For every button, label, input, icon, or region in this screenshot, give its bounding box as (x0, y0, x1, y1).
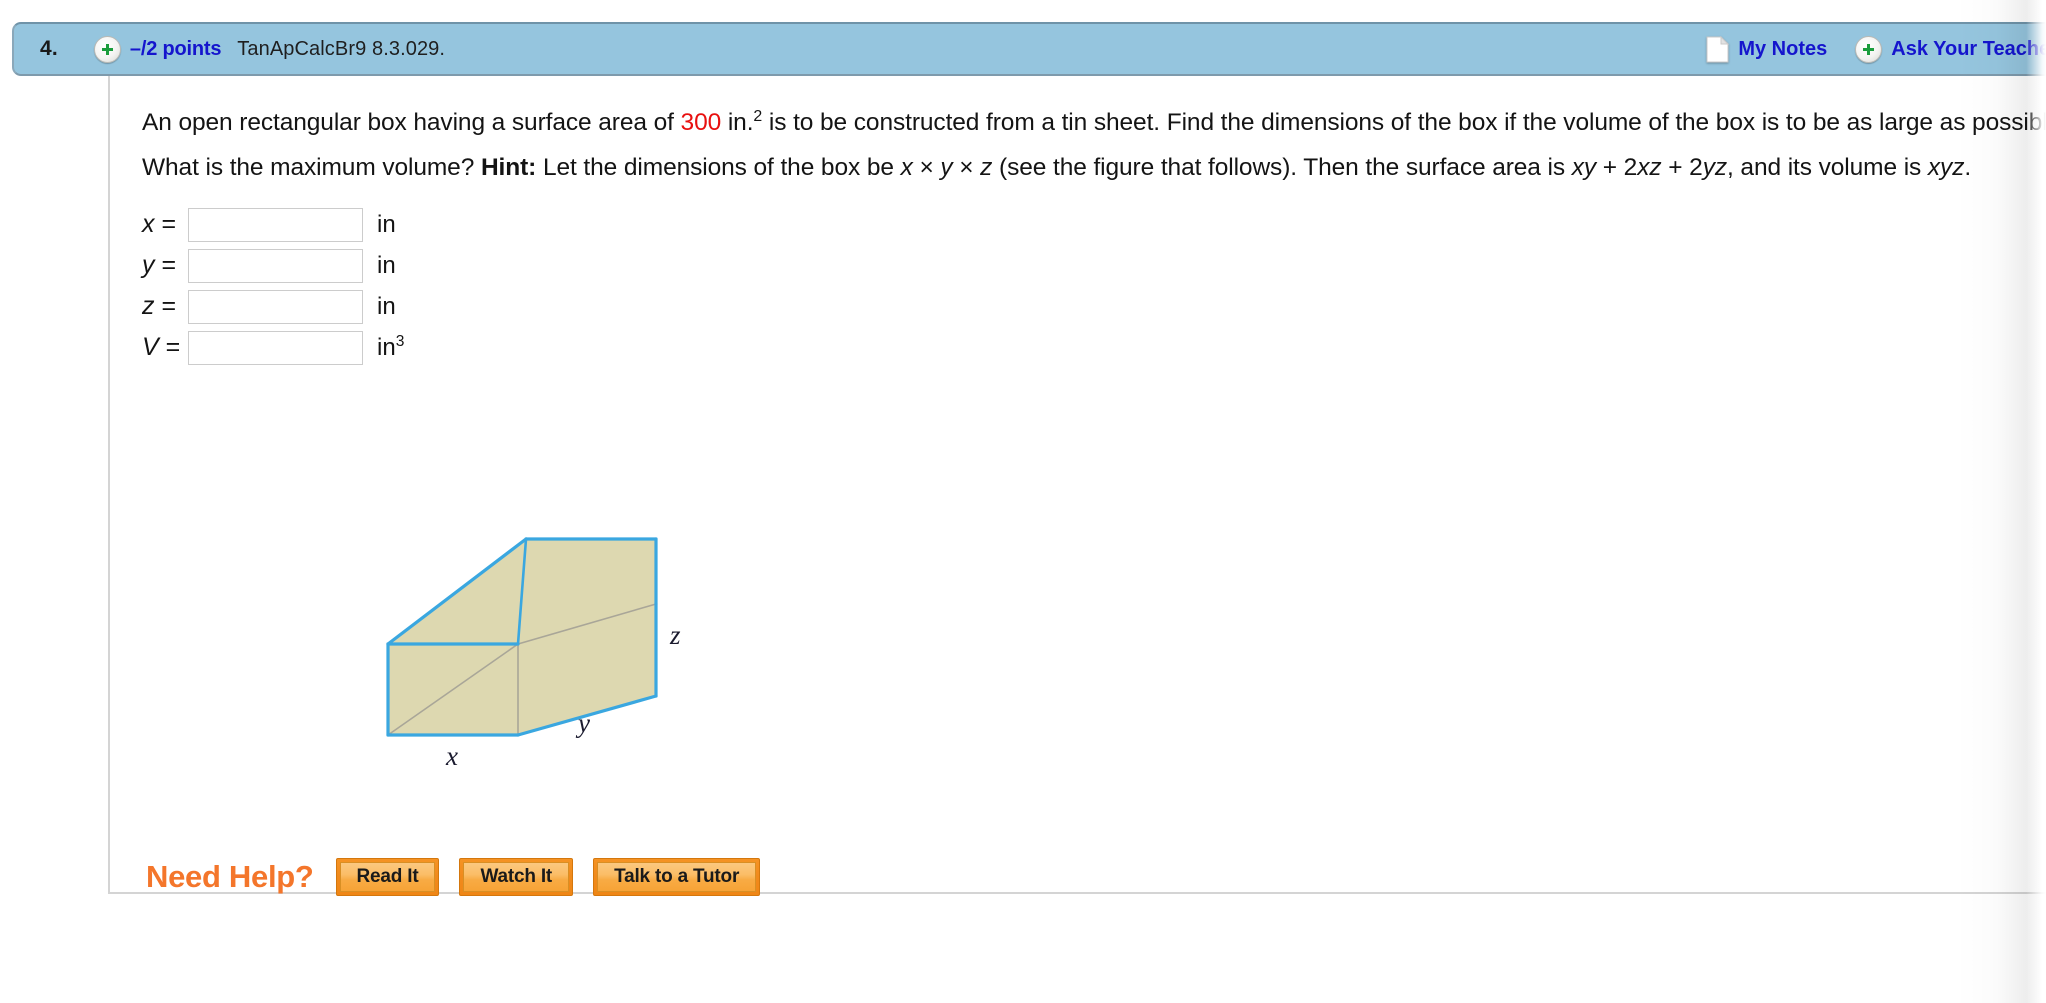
statement-period: . (1964, 154, 1972, 181)
sa-plus-1: + 2 (1596, 154, 1638, 181)
sa-term-xy: xy (1571, 154, 1597, 181)
answer-input-v[interactable] (188, 330, 363, 365)
answer-unit-x: in (377, 210, 396, 238)
statement-unit: in. (721, 109, 754, 136)
answer-input-y[interactable] (188, 248, 363, 283)
answer-label-z: z = (142, 292, 177, 320)
answer-label-x: x = (142, 210, 177, 238)
answer-label-y: y = (142, 251, 177, 279)
plus-circle-icon[interactable] (1855, 35, 1883, 63)
answer-input-z[interactable] (188, 289, 363, 324)
answer-fields: x = in y = in z = in V = in3 (142, 204, 2046, 368)
watch-it-button[interactable]: Watch It (459, 858, 574, 896)
hint-label: Hint: (480, 154, 537, 181)
assignment-code: TanApCalcBr9 8.3.029. (237, 37, 446, 60)
answer-row-z: z = in (142, 286, 2046, 327)
statement-part-1: An open rectangular box having a surface… (142, 109, 681, 136)
answer-input-x[interactable] (188, 207, 363, 242)
question-statement: An open rectangular box having a surface… (142, 100, 2046, 190)
answer-unit-y: in (377, 251, 396, 279)
statement-part-3: Let the dimensions of the box be (536, 154, 901, 181)
statement-part-5: , and its volume is (1727, 154, 1928, 181)
my-notes-group[interactable]: My Notes (1706, 35, 1827, 63)
statement-part-4: (see the figure that follows). Then the … (992, 154, 1572, 181)
open-rectangular-box-diagram: x y z (380, 536, 800, 776)
points-label: –/2 points (129, 37, 222, 60)
document-page-icon (1706, 35, 1730, 62)
ask-your-teacher-link[interactable]: Ask Your Teacher (1891, 38, 2046, 61)
label-x: x (445, 741, 458, 771)
box-svg: x y z (386, 537, 681, 771)
sa-plus-2: + 2 (1661, 154, 1703, 181)
answer-unit-v: in3 (377, 332, 405, 361)
my-notes-link[interactable]: My Notes (1738, 38, 1827, 61)
question-body: An open rectangular box having a surface… (142, 100, 2046, 368)
question-number: 4. (40, 37, 58, 60)
answer-row-v: V = in3 (142, 327, 2046, 368)
times-1: × (912, 154, 941, 181)
question-content-panel: An open rectangular box having a surface… (108, 76, 2046, 896)
statement-unit-exponent: 2 (753, 107, 763, 125)
ask-your-teacher-group[interactable]: Ask Your Teacher (1855, 35, 2046, 63)
answer-row-x: x = in (142, 204, 2046, 245)
read-it-button-label: Read It (339, 862, 436, 892)
talk-to-a-tutor-button-label: Talk to a Tutor (597, 862, 757, 892)
surface-area-value: 300 (680, 109, 722, 136)
sa-term-xz: xz (1637, 154, 1662, 181)
read-it-button[interactable]: Read It (335, 858, 440, 896)
dim-var-x: x (900, 154, 913, 181)
need-help-label: Need Help? (146, 859, 314, 894)
dim-var-z: z (980, 154, 993, 181)
label-z: z (669, 620, 681, 650)
sa-term-yz: yz (1702, 154, 1727, 181)
volume-expression: xyz (1927, 154, 1965, 181)
answer-row-y: y = in (142, 245, 2046, 286)
question-header-bar: 4. –/2 points TanApCalcBr9 8.3.029. My N… (12, 22, 2046, 76)
watch-it-button-label: Watch It (463, 862, 570, 892)
talk-to-a-tutor-button[interactable]: Talk to a Tutor (593, 858, 761, 896)
answer-label-v: V = (142, 333, 181, 361)
need-help-row: Need Help? Read It Watch It Talk to a Tu… (146, 858, 780, 896)
plus-circle-icon[interactable] (93, 35, 121, 63)
answer-unit-z: in (377, 292, 396, 320)
times-2: × (952, 154, 981, 181)
label-y: y (575, 708, 590, 738)
dim-var-y: y (940, 154, 953, 181)
